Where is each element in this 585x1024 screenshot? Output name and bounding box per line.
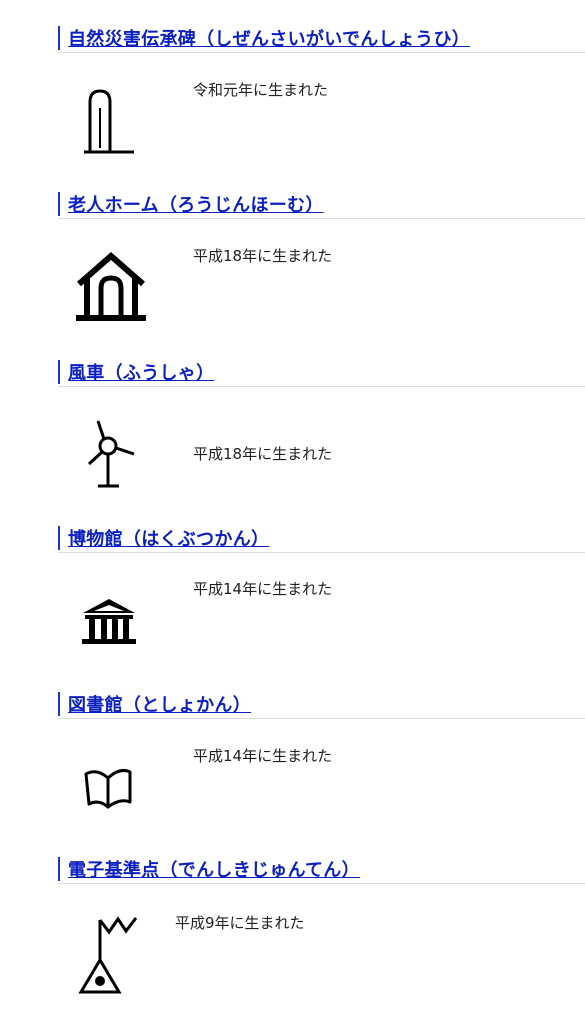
accent-bar [58,857,60,881]
library-icon [84,769,132,809]
description-text: 平成18年に生まれた [193,445,333,463]
section-title-link[interactable]: 老人ホーム（ろうじんほーむ） [68,191,324,217]
description-text: 平成18年に生まれた [193,247,333,265]
description-text: 平成14年に生まれた [193,747,333,765]
accent-bar [58,526,60,550]
description-text: 令和元年に生まれた [193,81,329,99]
accent-bar [58,192,60,216]
windmill-icon [87,420,135,488]
section-title-link[interactable]: 風車（ふうしゃ） [68,359,214,385]
section-header-windmill: 風車（ふうしゃ） [58,358,585,387]
description-text: 平成9年に生まれた [175,914,305,932]
symbol-list-page: 自然災害伝承碑（しぜんさいがいでんしょうひ） 令和元年に生まれた 老人ホーム（ろ… [0,0,585,1024]
section-header-library: 図書館（としょかん） [58,690,585,719]
section-title-link[interactable]: 図書館（としょかん） [68,691,251,717]
section-title-link[interactable]: 博物館（はくぶつかん） [68,525,269,551]
section-title-link[interactable]: 電子基準点（でんしきじゅんてん） [68,856,360,882]
section-header-nursing-home: 老人ホーム（ろうじんほーむ） [58,190,585,219]
description-text: 平成14年に生まれた [193,580,333,598]
section-header-museum: 博物館（はくぶつかん） [58,524,585,553]
gnss-station-icon [78,916,138,994]
museum-icon [82,599,136,644]
accent-bar [58,26,60,50]
accent-bar [58,692,60,716]
section-header-gnss-station: 電子基準点（でんしきじゅんてん） [58,855,585,884]
nursing-home-icon [76,252,146,321]
section-title-link[interactable]: 自然災害伝承碑（しぜんさいがいでんしょうひ） [68,25,470,51]
monument-icon [84,89,134,154]
accent-bar [58,360,60,384]
section-header-monument: 自然災害伝承碑（しぜんさいがいでんしょうひ） [58,24,585,53]
